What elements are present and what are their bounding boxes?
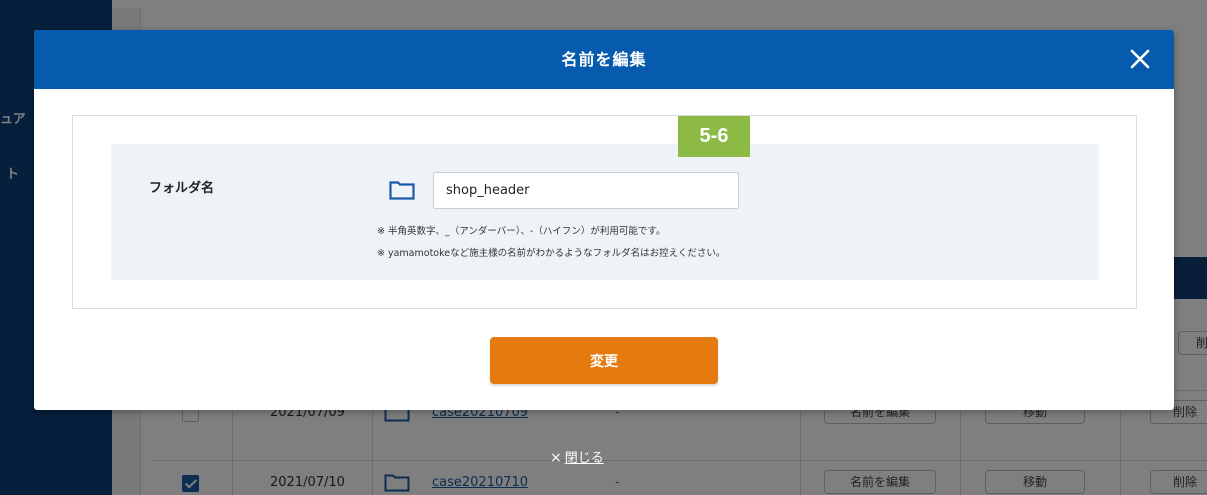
input-note: ※ yamamotokeなど施主様の名前がわかるようなフォルダ名はお控えください…	[377, 248, 726, 259]
close-icon[interactable]	[1128, 47, 1152, 71]
close-link[interactable]: × 閉じる	[550, 447, 604, 466]
folder-name-label: フォルダ名	[149, 181, 215, 196]
change-button[interactable]: 変更	[490, 337, 718, 384]
step-badge: 5-6	[678, 116, 750, 157]
folder-icon	[389, 181, 415, 200]
input-note: ※ 半角英数字、_（アンダーバー）、-（ハイフン）が利用可能です。	[377, 226, 666, 237]
close-icon: ×	[550, 450, 562, 466]
folder-name-input[interactable]	[433, 172, 739, 209]
form-box: フォルダ名 ※ 半角英数字、_（アンダーバー）、-（ハイフン）が利用可能です。 …	[72, 115, 1137, 309]
dialog-title: 名前を編集	[561, 50, 647, 69]
close-link-label: 閉じる	[564, 451, 604, 466]
form-row: フォルダ名 ※ 半角英数字、_（アンダーバー）、-（ハイフン）が利用可能です。 …	[111, 144, 1099, 280]
rename-dialog: 名前を編集 フォルダ名 ※ 半角英数字、_（アンダーバー）、-（ハイフン）が利用…	[34, 30, 1174, 410]
dialog-header: 名前を編集	[34, 30, 1174, 89]
